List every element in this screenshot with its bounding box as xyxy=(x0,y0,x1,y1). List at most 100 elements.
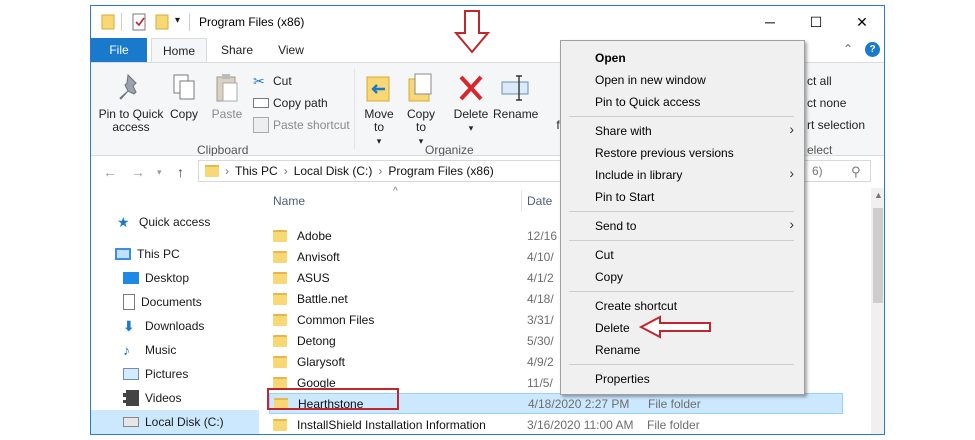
nav-desktop[interactable]: Desktop xyxy=(91,266,259,290)
select-all-button[interactable]: ct all xyxy=(807,71,832,91)
file-date: 4/10/ xyxy=(527,249,554,264)
customize-qat-icon[interactable]: ▾ xyxy=(175,15,180,33)
invert-selection-button[interactable]: rt selection xyxy=(807,115,865,135)
menu-item-create-shortcut[interactable]: Create shortcut xyxy=(595,299,677,313)
copy-path-button[interactable]: Copy path xyxy=(253,93,328,113)
copy-to-button[interactable]: Copy to ▾ xyxy=(403,71,439,148)
new-folder-icon[interactable] xyxy=(155,13,169,31)
tab-view[interactable]: View xyxy=(269,38,313,62)
up-arrow-icon[interactable]: ↑ xyxy=(177,164,184,180)
pictures-icon xyxy=(123,368,139,380)
copy-button[interactable]: Copy xyxy=(167,71,201,121)
copy-path-label: Copy path xyxy=(273,96,328,110)
menu-item-cut[interactable]: Cut xyxy=(595,248,614,262)
recent-chevron-icon[interactable]: ▾ xyxy=(157,167,162,178)
nav-pictures[interactable]: Pictures xyxy=(91,362,259,386)
rename-button[interactable]: Rename xyxy=(493,71,538,121)
paste-button[interactable]: Paste xyxy=(209,71,245,121)
nav-quick-access[interactable]: ★ Quick access xyxy=(91,210,259,234)
nav-this-pc[interactable]: This PC xyxy=(91,242,259,266)
folder-icon xyxy=(205,165,219,177)
file-date: 4/18/ xyxy=(527,291,554,306)
organize-group-label: Organize xyxy=(425,143,474,157)
pin-label: Pin to Quick access xyxy=(98,107,164,134)
computer-icon xyxy=(115,248,131,260)
menu-item-pin-quick-access[interactable]: Pin to Quick access xyxy=(595,95,700,109)
music-note-icon: ♪ xyxy=(123,342,130,358)
chevron-up-icon[interactable]: ⌃ xyxy=(843,42,853,56)
properties-icon[interactable] xyxy=(131,13,147,31)
file-name: Glarysoft xyxy=(297,354,346,369)
file-name: ASUS xyxy=(297,270,330,285)
menu-item-share-with[interactable]: Share with xyxy=(595,124,652,138)
file-type: File folder xyxy=(647,417,700,432)
nav-label: Desktop xyxy=(145,271,190,285)
copy-to-label: Copy to xyxy=(406,107,435,134)
move-to-button[interactable]: Move to ▾ xyxy=(361,71,397,148)
nav-label: Documents xyxy=(141,295,202,309)
nav-videos[interactable]: Videos xyxy=(91,386,259,410)
menu-item-delete[interactable]: Delete xyxy=(595,321,630,335)
cut-button[interactable]: ✂ Cut xyxy=(253,71,292,91)
delete-label: Delete xyxy=(453,107,489,121)
menu-item-open[interactable]: Open xyxy=(595,51,626,65)
file-date: 3/31/ xyxy=(527,312,554,327)
nav-downloads[interactable]: ⬇ Downloads xyxy=(91,314,259,338)
nav-label: Pictures xyxy=(145,367,189,381)
menu-item-include-library[interactable]: Include in library xyxy=(595,168,682,182)
star-icon: ★ xyxy=(117,214,130,230)
vertical-scrollbar[interactable]: ▲ xyxy=(871,188,884,434)
folder-icon xyxy=(273,334,287,347)
help-icon[interactable]: ? xyxy=(865,42,880,57)
select-none-button[interactable]: ct none xyxy=(807,93,846,113)
paste-label: Paste xyxy=(211,107,243,121)
nav-music[interactable]: ♪ Music xyxy=(91,338,259,362)
scroll-up-icon[interactable]: ▲ xyxy=(874,190,883,200)
submenu-chevron-icon: › xyxy=(789,121,794,137)
nav-label: This PC xyxy=(137,247,180,261)
tab-share[interactable]: Share xyxy=(215,38,259,62)
menu-item-rename[interactable]: Rename xyxy=(595,343,640,357)
nav-label: Local Disk (C:) xyxy=(145,415,224,429)
menu-item-pin-start[interactable]: Pin to Start xyxy=(595,190,654,204)
file-date: 12/16 xyxy=(527,228,558,243)
minimize-button[interactable]: ─ xyxy=(747,6,793,38)
table-row[interactable]: InstallShield Installation Information 3/… xyxy=(269,414,843,434)
delete-x-icon xyxy=(459,75,483,101)
search-icon[interactable]: ⚲ xyxy=(851,164,861,180)
left-arrow-annotation-icon xyxy=(638,315,711,339)
menu-item-copy[interactable]: Copy xyxy=(595,270,623,284)
close-button[interactable]: ✕ xyxy=(839,6,884,38)
nav-documents[interactable]: Documents xyxy=(91,290,259,314)
submenu-chevron-icon: › xyxy=(789,165,794,181)
back-arrow-icon[interactable]: ← xyxy=(103,164,117,180)
nav-local-disk[interactable]: Local Disk (C:) xyxy=(91,410,259,434)
folder-icon xyxy=(273,229,287,242)
folder-icon xyxy=(101,14,115,30)
breadcrumb-separator-icon: › xyxy=(378,164,383,178)
menu-item-open-new-window[interactable]: Open in new window xyxy=(595,73,706,87)
scroll-thumb[interactable] xyxy=(873,208,883,303)
column-header-date[interactable]: Date xyxy=(527,194,552,208)
tab-home[interactable]: Home xyxy=(151,38,207,62)
menu-item-properties[interactable]: Properties xyxy=(595,372,650,386)
rename-icon xyxy=(501,75,529,101)
menu-item-send-to[interactable]: Send to xyxy=(595,219,636,233)
delete-button[interactable]: Delete ▾ xyxy=(451,71,491,135)
forward-arrow-icon[interactable]: → xyxy=(131,164,145,180)
breadcrumb-program-files[interactable]: Program Files (x86) xyxy=(388,164,493,178)
paste-shortcut-button[interactable]: Paste shortcut xyxy=(253,115,350,135)
breadcrumb-local-disk[interactable]: Local Disk (C:) xyxy=(294,164,373,178)
breadcrumb-this-pc[interactable]: This PC xyxy=(235,164,278,178)
window-title: Program Files (x86) xyxy=(199,15,305,29)
folder-icon xyxy=(273,355,287,368)
tab-file[interactable]: File xyxy=(91,38,147,62)
copy-to-icon xyxy=(408,73,432,102)
address-bar[interactable]: › This PC › Local Disk (C:) › Program Fi… xyxy=(198,160,578,182)
nav-label: Downloads xyxy=(145,319,205,333)
menu-item-restore-versions[interactable]: Restore previous versions xyxy=(595,146,734,160)
pin-quick-access-button[interactable]: Pin to Quick access xyxy=(97,71,165,134)
maximize-button[interactable]: ☐ xyxy=(793,6,839,38)
column-header-name[interactable]: Name xyxy=(273,194,305,208)
file-name: Anvisoft xyxy=(297,249,340,264)
